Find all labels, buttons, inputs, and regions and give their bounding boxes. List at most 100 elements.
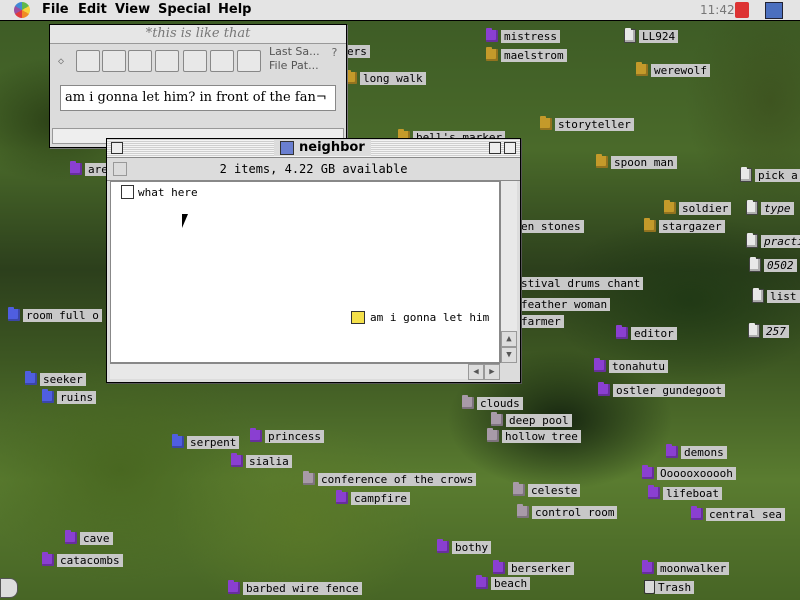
desktop-folder[interactable]: clouds bbox=[462, 395, 523, 410]
text-cursor-icon[interactable] bbox=[155, 50, 179, 72]
desktop-folder[interactable]: werewolf bbox=[636, 62, 710, 77]
list-icon[interactable] bbox=[102, 50, 126, 72]
desktop-folder[interactable]: hollow tree bbox=[487, 428, 581, 443]
desktop-folder[interactable]: celeste bbox=[513, 482, 581, 497]
desktop-folder[interactable]: sialia bbox=[231, 453, 292, 468]
desktop-folder[interactable]: seeker bbox=[25, 371, 86, 386]
app-switcher-icon[interactable] bbox=[735, 2, 749, 18]
desktop-folder[interactable]: spoon man bbox=[596, 154, 677, 169]
desktop-file[interactable]: 0502 bbox=[749, 257, 797, 272]
desktop-folder[interactable]: central sea bbox=[691, 506, 785, 521]
file-icon bbox=[749, 257, 761, 272]
scroll-up-icon[interactable]: ▲ bbox=[501, 331, 517, 347]
folder-icon bbox=[336, 490, 348, 504]
desktop-folder[interactable]: soldier bbox=[664, 200, 732, 215]
desktop-folder[interactable]: ruins bbox=[42, 389, 97, 404]
menu-view[interactable]: View bbox=[115, 2, 150, 17]
menu-file[interactable]: File bbox=[42, 2, 69, 17]
apple-menu-icon[interactable] bbox=[14, 2, 30, 18]
desktop-folder[interactable]: demons bbox=[666, 444, 727, 459]
desktop-folder[interactable]: farmer bbox=[518, 314, 564, 328]
finder-item[interactable]: am i gonna let him bbox=[351, 311, 489, 324]
finder-window-titlebar[interactable]: neighbor bbox=[107, 139, 520, 158]
help-icon[interactable]: ? bbox=[331, 46, 338, 59]
desktop-folder[interactable]: editor bbox=[616, 325, 677, 340]
pencil-icon[interactable] bbox=[76, 50, 100, 72]
desktop-folder[interactable]: serpent bbox=[172, 434, 240, 449]
folder-icon[interactable] bbox=[183, 50, 207, 72]
folder-icon bbox=[476, 575, 488, 589]
scroll-right-icon[interactable]: ▶ bbox=[484, 364, 500, 380]
hard-disk-icon[interactable] bbox=[0, 578, 18, 598]
finder-content[interactable]: what here am i gonna let him bbox=[110, 181, 500, 363]
folder-icon bbox=[513, 482, 525, 496]
desktop-file[interactable]: list bbox=[752, 288, 800, 303]
collapse-box[interactable] bbox=[504, 142, 516, 154]
desktop-folder[interactable]: room full o bbox=[8, 307, 102, 322]
desktop-folder[interactable]: cave bbox=[65, 530, 113, 545]
desktop-folder[interactable]: stargazer bbox=[644, 218, 725, 233]
desktop-folder[interactable]: princess bbox=[250, 428, 324, 443]
desktop-folder[interactable]: Oooooxooooh bbox=[642, 465, 736, 480]
info-icon[interactable] bbox=[210, 50, 234, 72]
document-text-area[interactable]: am i gonna let him? in front of the fan¬ bbox=[60, 85, 336, 111]
desktop-folder[interactable]: berserker bbox=[493, 560, 574, 575]
desktop-folder[interactable]: control room bbox=[517, 504, 618, 519]
file-path-icon[interactable] bbox=[237, 50, 261, 72]
desktop-folder[interactable]: barbed wire fence bbox=[228, 580, 362, 595]
finder-item[interactable]: what here bbox=[121, 185, 198, 199]
desktop-icon-label: spoon man bbox=[611, 155, 677, 169]
desktop-folder[interactable]: campfire bbox=[336, 490, 410, 505]
folder-icon bbox=[648, 485, 660, 499]
desktop-file[interactable]: LL924 bbox=[624, 28, 679, 43]
desktop-file[interactable]: pick a bbox=[740, 167, 800, 182]
desktop-folder[interactable]: en stones bbox=[518, 219, 584, 233]
desktop-folder[interactable]: conference of the crows bbox=[303, 471, 477, 486]
desktop-folder[interactable]: bothy bbox=[437, 539, 492, 554]
desktop-folder[interactable]: lifeboat bbox=[648, 485, 722, 500]
menu-clock[interactable]: 11:42 bbox=[700, 3, 735, 17]
desktop-folder[interactable]: ostler gundegoot bbox=[598, 382, 725, 397]
file-path-label: File Pat... bbox=[269, 59, 319, 72]
folder-icon bbox=[487, 428, 499, 442]
document-title: *this is like that bbox=[145, 26, 251, 41]
scroll-left-icon[interactable]: ◀ bbox=[468, 364, 484, 380]
desktop-icon-label: list bbox=[767, 289, 800, 303]
menu-special[interactable]: Special bbox=[158, 2, 211, 17]
desktop-icon-label: campfire bbox=[351, 491, 410, 505]
desktop-file[interactable]: practi bbox=[746, 233, 800, 248]
desktop-folder[interactable]: ers bbox=[344, 44, 370, 58]
horizontal-scrollbar[interactable]: ◀ ▶ bbox=[110, 363, 500, 380]
desktop-folder[interactable]: catacombs bbox=[42, 552, 123, 567]
desktop-folder[interactable]: storyteller bbox=[540, 116, 634, 131]
finder-app-icon[interactable] bbox=[765, 2, 783, 19]
desktop-folder[interactable]: deep pool bbox=[491, 412, 572, 427]
desktop-folder[interactable]: moonwalker bbox=[642, 560, 730, 575]
vertical-scrollbar[interactable]: ▲ ▼ bbox=[500, 181, 517, 363]
grid-icon[interactable] bbox=[113, 162, 127, 176]
menu-help[interactable]: Help bbox=[218, 2, 251, 17]
desktop-file[interactable]: type bbox=[746, 200, 794, 215]
zoom-box[interactable] bbox=[489, 142, 501, 154]
scroll-down-icon[interactable]: ▼ bbox=[501, 347, 517, 363]
trash-icon bbox=[644, 580, 655, 594]
desktop-folder[interactable]: beach bbox=[476, 575, 531, 590]
desktop-folder[interactable]: are bbox=[70, 161, 111, 176]
menu-edit[interactable]: Edit bbox=[78, 2, 107, 17]
desktop-folder[interactable]: feather woman bbox=[518, 297, 611, 311]
folder-icon bbox=[437, 539, 449, 553]
desktop-file[interactable]: 257 bbox=[748, 323, 789, 338]
close-box[interactable] bbox=[111, 142, 123, 154]
file-icon bbox=[624, 28, 636, 43]
desktop-folder[interactable]: maelstrom bbox=[486, 47, 567, 62]
document-window-titlebar[interactable]: *this is like that bbox=[50, 25, 346, 44]
desktop-folder[interactable]: stival drums chant bbox=[518, 276, 644, 290]
desktop-icon-label: lifeboat bbox=[663, 486, 722, 500]
desktop-icon-label: serpent bbox=[187, 435, 240, 449]
desktop-folder[interactable]: long walk bbox=[345, 70, 426, 85]
folder-icon bbox=[303, 471, 315, 485]
desktop-folder[interactable]: tonahutu bbox=[594, 358, 668, 373]
desktop-folder[interactable]: mistress bbox=[486, 28, 560, 43]
document-icon[interactable] bbox=[128, 50, 152, 72]
desktop-trash[interactable]: Trash bbox=[644, 580, 695, 594]
